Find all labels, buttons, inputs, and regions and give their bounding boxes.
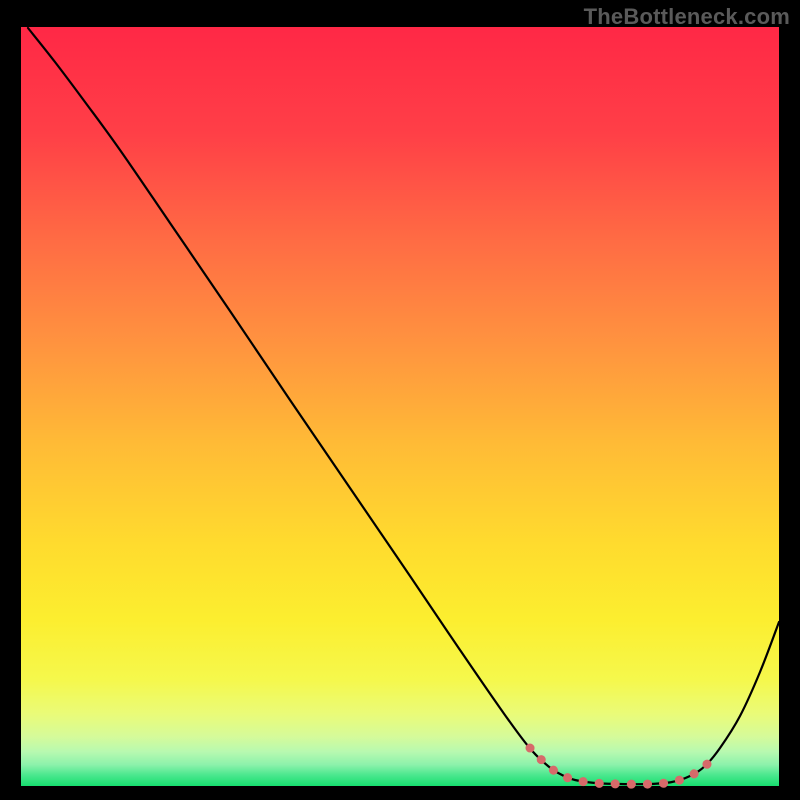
watermark-text: TheBottleneck.com	[584, 4, 790, 30]
plot-background	[21, 27, 779, 786]
chart-frame: TheBottleneck.com	[0, 0, 800, 800]
heat-curve-chart	[0, 0, 800, 800]
